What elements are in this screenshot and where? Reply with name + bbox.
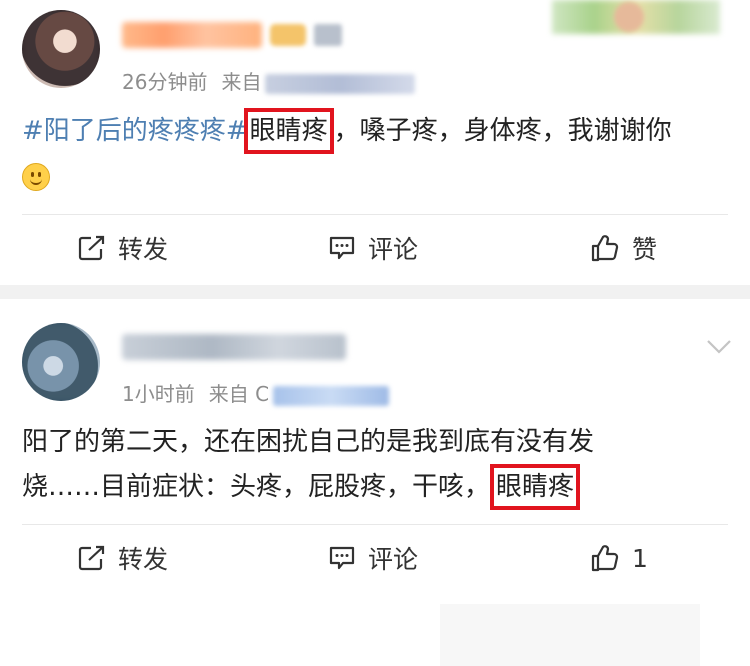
post-meta: 26分钟前 来自 <box>122 66 416 95</box>
repost-button[interactable]: 转发 <box>78 218 168 278</box>
post-time: 26分钟前 <box>122 70 208 94</box>
username-blurred[interactable] <box>122 22 262 48</box>
source-blurred[interactable] <box>273 385 390 406</box>
username-blurred[interactable] <box>122 334 346 360</box>
hashtag-link[interactable]: #阳了后的疼疼疼# <box>22 116 248 146</box>
source-blurred[interactable] <box>265 73 416 94</box>
from-label: 来自 <box>208 382 249 406</box>
post-content[interactable]: 阳了的第二天，还在困扰自己的是我到底有没有发 烧……目前症状：头疼，屁股疼，干咳… <box>22 420 732 510</box>
comment-button[interactable]: 评论 <box>328 528 418 588</box>
source-first-char: C <box>255 382 270 406</box>
thumbs-up-icon <box>591 545 619 572</box>
action-bar: 转发 评论 1 <box>0 528 750 588</box>
thumbs-up-icon <box>591 235 619 262</box>
repost-label: 转发 <box>118 235 169 264</box>
post-content[interactable]: #阳了后的疼疼疼#眼睛疼 ，嗓子疼，身体疼，我谢谢你 <box>22 108 732 198</box>
like-button[interactable]: 1 <box>590 528 648 588</box>
post-text-line2: 烧……目前症状：头疼，屁股疼，干咳， <box>22 472 491 502</box>
highlight-box: 眼睛疼 <box>490 464 581 510</box>
from-label: 来自 <box>221 70 262 94</box>
post-text-line1: 阳了的第二天，还在困扰自己的是我到底有没有发 <box>22 427 595 457</box>
post-time: 1小时前 <box>122 382 195 406</box>
like-label: 赞 <box>632 235 658 264</box>
repost-icon <box>78 235 105 261</box>
divider <box>22 214 728 215</box>
chevron-down-icon[interactable] <box>706 338 732 356</box>
highlight-box: 眼睛疼 <box>243 108 334 154</box>
comment-label: 评论 <box>368 235 419 264</box>
post-separator <box>0 285 750 299</box>
smile-emoji-icon <box>22 162 50 191</box>
repost-label: 转发 <box>118 545 169 574</box>
background-panel <box>440 604 700 666</box>
repost-icon <box>78 545 105 571</box>
repost-button[interactable]: 转发 <box>78 528 168 588</box>
like-count: 1 <box>632 543 648 573</box>
post-text: ，嗓子疼，身体疼，我谢谢你 <box>333 116 672 146</box>
action-bar: 转发 评论 赞 <box>0 218 750 278</box>
comment-label: 评论 <box>368 545 419 574</box>
comment-icon <box>329 546 355 570</box>
decoration-avatar <box>614 2 644 32</box>
level-badge-icon <box>314 24 342 46</box>
avatar[interactable] <box>22 10 100 88</box>
comment-button[interactable]: 评论 <box>328 218 418 278</box>
comment-icon <box>329 236 355 260</box>
post-meta: 1小时前 来自 C <box>122 378 390 407</box>
divider <box>22 524 728 525</box>
vip-badge-icon <box>270 24 306 46</box>
avatar[interactable] <box>22 323 100 401</box>
like-button[interactable]: 赞 <box>590 218 657 278</box>
